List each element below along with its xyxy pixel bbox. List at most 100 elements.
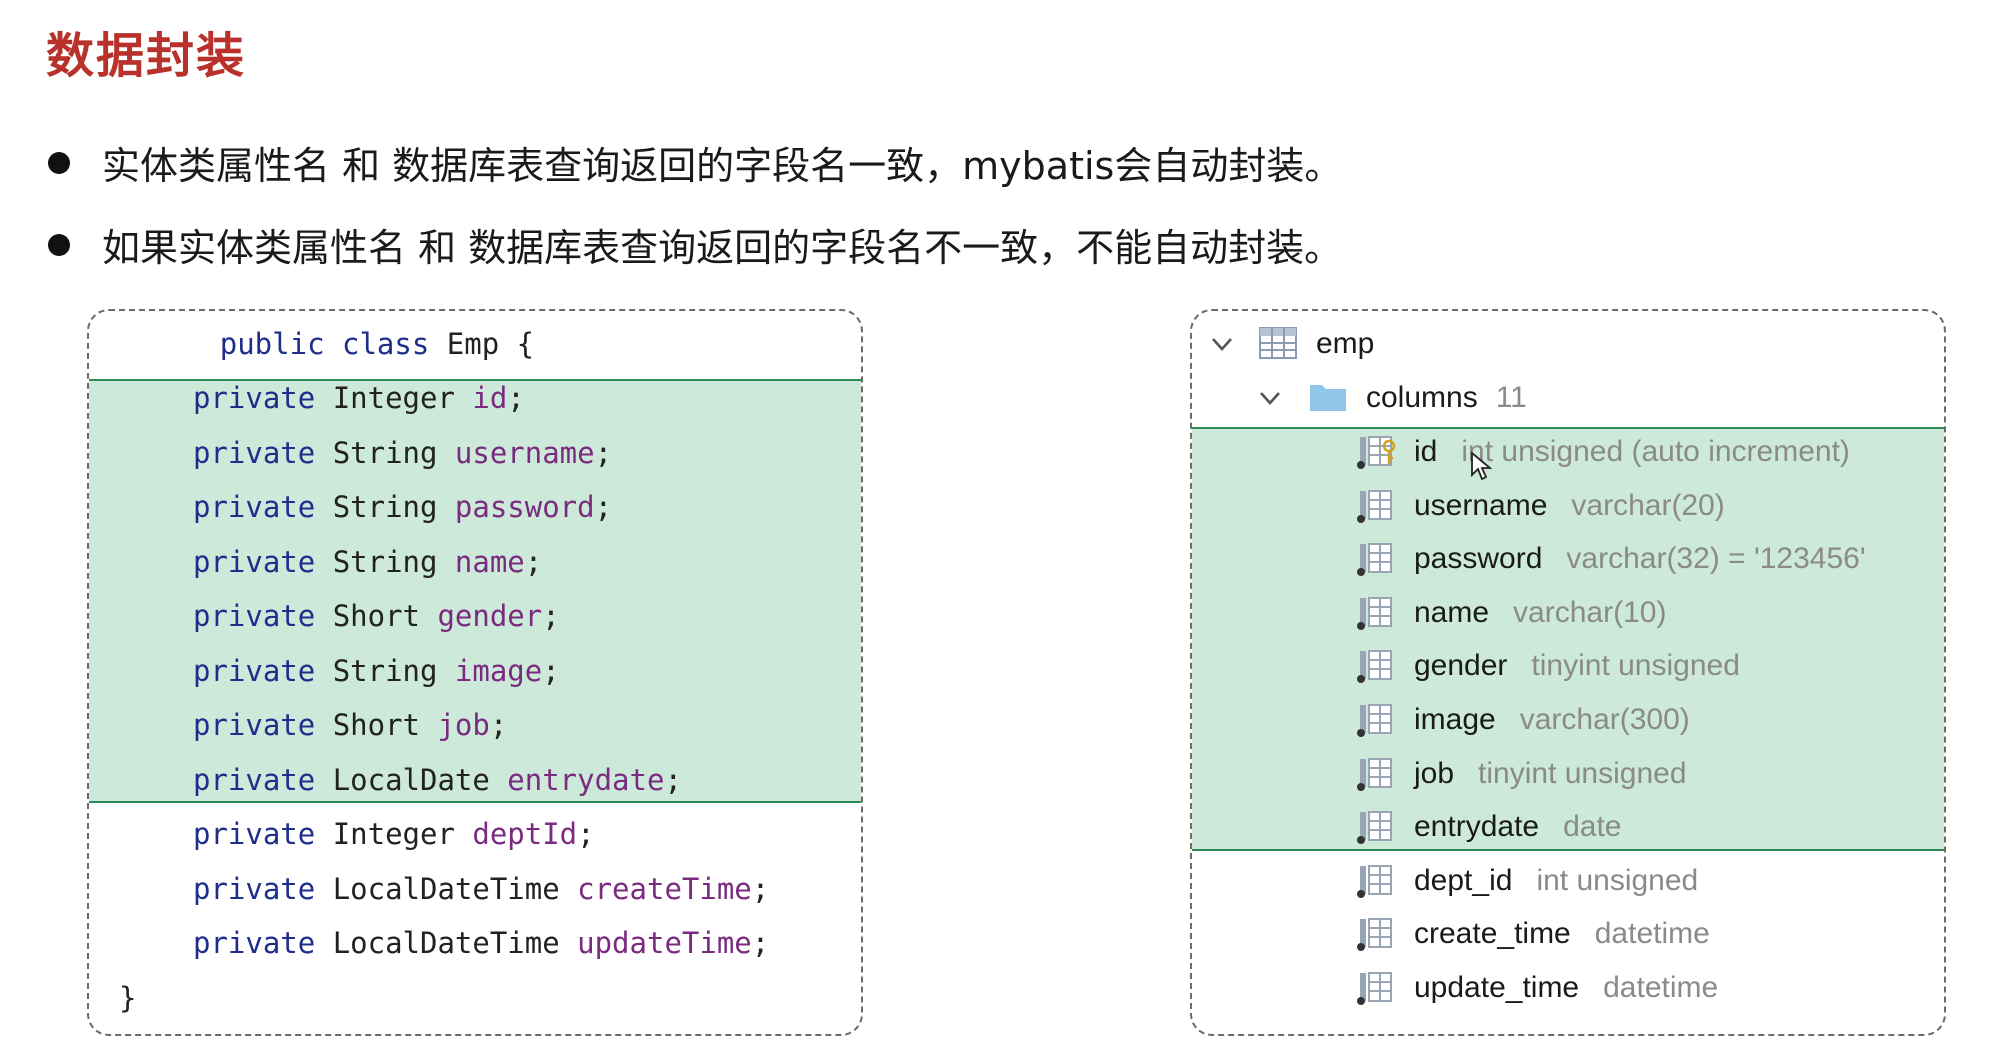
class-name: Emp bbox=[446, 327, 500, 361]
field-type: String bbox=[332, 544, 438, 579]
field-name: entrydate bbox=[507, 762, 665, 797]
tree-node-column[interactable]: username varchar(20) bbox=[1192, 479, 1944, 533]
field-type: String bbox=[332, 435, 438, 470]
keyword: private bbox=[193, 926, 316, 960]
column-name: name bbox=[1414, 595, 1490, 629]
code-field-line: private String name; bbox=[89, 535, 861, 589]
keyword: private bbox=[193, 435, 316, 470]
column-icon bbox=[1357, 918, 1392, 952]
field-type: String bbox=[332, 653, 438, 688]
db-schema-panel: emp columns 11 id int unsigned (auto incre… bbox=[1190, 309, 1946, 1036]
code-field-line: private Short gender; bbox=[89, 589, 861, 643]
tree-node-column[interactable]: create_time datetime bbox=[1192, 907, 1944, 961]
field-type: Short bbox=[332, 599, 420, 633]
column-name: create_time bbox=[1414, 917, 1571, 951]
semicolon: ; bbox=[751, 926, 770, 960]
field-type: LocalDateTime bbox=[332, 926, 560, 960]
column-name: job bbox=[1414, 756, 1455, 790]
bullet-dot-icon bbox=[48, 151, 70, 174]
column-type: date bbox=[1563, 810, 1622, 844]
field-type: Integer bbox=[332, 817, 455, 851]
keyword: private bbox=[193, 653, 316, 688]
tree-node-column[interactable]: update_time datetime bbox=[1192, 961, 1944, 1015]
bullet-item: 实体类属性名 和 数据库表查询返回的字段名一致，mybatis会自动封装。 bbox=[48, 135, 1342, 190]
tree-node-column[interactable]: image varchar(300) bbox=[1192, 693, 1944, 747]
close-brace: } bbox=[119, 980, 137, 1015]
code-field-line: private String username; bbox=[89, 426, 861, 480]
field-name: gender bbox=[437, 599, 543, 633]
field-type: LocalDateTime bbox=[332, 871, 560, 906]
field-name: password bbox=[454, 490, 595, 524]
column-type: tinyint unsigned bbox=[1478, 756, 1687, 790]
tree-node-columns[interactable]: columns 11 bbox=[1192, 371, 1944, 425]
semicolon: ; bbox=[507, 381, 525, 415]
tree-node-column[interactable]: password varchar(32) = '123456' bbox=[1192, 532, 1944, 586]
field-type: LocalDate bbox=[332, 762, 490, 797]
tree-node-table[interactable]: emp bbox=[1192, 317, 1944, 371]
column-name: username bbox=[1414, 488, 1548, 522]
column-name: id bbox=[1414, 435, 1438, 468]
semicolon: ; bbox=[664, 762, 682, 797]
page-title: 数据封装 bbox=[46, 28, 247, 84]
tree-node-column[interactable]: name varchar(10) bbox=[1192, 586, 1944, 640]
tree-node-column[interactable]: entrydate date bbox=[1192, 800, 1944, 854]
keyword: private bbox=[193, 381, 316, 415]
tree-node-column[interactable]: id int unsigned (auto increment) bbox=[1192, 425, 1944, 479]
code-field-line: private Integer id; bbox=[89, 371, 861, 425]
column-type: int unsigned (auto increment) bbox=[1461, 435, 1850, 468]
tree-node-column[interactable]: job tinyint unsigned bbox=[1192, 747, 1944, 801]
column-name: gender bbox=[1414, 649, 1508, 683]
keyword: private bbox=[193, 762, 316, 797]
semicolon: ; bbox=[542, 653, 560, 688]
column-type: datetime bbox=[1594, 917, 1710, 951]
keyword: public bbox=[219, 327, 325, 361]
column-type: varchar(300) bbox=[1519, 703, 1690, 736]
column-icon bbox=[1357, 972, 1392, 1005]
field-name: id bbox=[472, 381, 508, 415]
semicolon: ; bbox=[489, 708, 508, 742]
semicolon: ; bbox=[751, 871, 770, 906]
column-count: 11 bbox=[1495, 381, 1527, 414]
column-icon bbox=[1357, 596, 1392, 630]
column-type: varchar(20) bbox=[1571, 488, 1725, 522]
column-name: update_time bbox=[1414, 971, 1580, 1004]
bullet-item: 如果实体类属性名 和 数据库表查询返回的字段名不一致，不能自动封装。 bbox=[48, 217, 1342, 272]
column-type: varchar(32) = '123456' bbox=[1566, 542, 1866, 576]
field-name: deptId bbox=[472, 817, 578, 851]
semicolon: ; bbox=[577, 817, 595, 851]
code-field-line: private String password; bbox=[89, 480, 861, 534]
keyword: private bbox=[193, 490, 316, 524]
field-name: updateTime bbox=[577, 926, 752, 960]
chevron-down-icon[interactable] bbox=[1256, 384, 1284, 412]
column-type: datetime bbox=[1603, 971, 1719, 1004]
tree-node-column[interactable]: gender tinyint unsigned bbox=[1192, 639, 1944, 693]
folder-name: columns bbox=[1366, 381, 1478, 414]
table-name: emp bbox=[1316, 327, 1375, 360]
mouse-cursor-icon bbox=[1471, 451, 1492, 481]
column-icon bbox=[1357, 650, 1392, 684]
tree-node-column[interactable]: dept_id int unsigned bbox=[1192, 854, 1944, 908]
field-name: name bbox=[454, 544, 525, 579]
field-type: Short bbox=[332, 708, 420, 742]
code-field-line: private LocalDateTime createTime; bbox=[89, 862, 861, 916]
column-name: dept_id bbox=[1414, 863, 1513, 897]
java-class-panel: public class Emp { private Integer id; pr… bbox=[87, 309, 863, 1036]
chevron-down-icon[interactable] bbox=[1208, 330, 1236, 358]
code-class-header: public class Emp { bbox=[89, 317, 861, 371]
bullet-dot-icon bbox=[48, 233, 70, 256]
code-field-line: private LocalDate entrydate; bbox=[89, 753, 861, 807]
column-icon bbox=[1357, 811, 1392, 845]
code-field-line: private LocalDateTime updateTime; bbox=[89, 916, 861, 970]
semicolon: ; bbox=[542, 599, 560, 633]
field-name: job bbox=[437, 708, 490, 742]
open-brace: { bbox=[516, 327, 535, 361]
semicolon: ; bbox=[594, 435, 613, 470]
keyword: private bbox=[193, 708, 316, 742]
field-name: createTime bbox=[577, 871, 752, 906]
folder-icon bbox=[1310, 385, 1346, 411]
keyword: private bbox=[193, 599, 316, 633]
primary-key-column-icon bbox=[1357, 436, 1396, 469]
code-field-line: private String image; bbox=[89, 644, 861, 698]
column-icon bbox=[1357, 757, 1392, 791]
bullet-text: 如果实体类属性名 和 数据库表查询返回的字段名不一致，不能自动封装。 bbox=[102, 226, 1343, 270]
